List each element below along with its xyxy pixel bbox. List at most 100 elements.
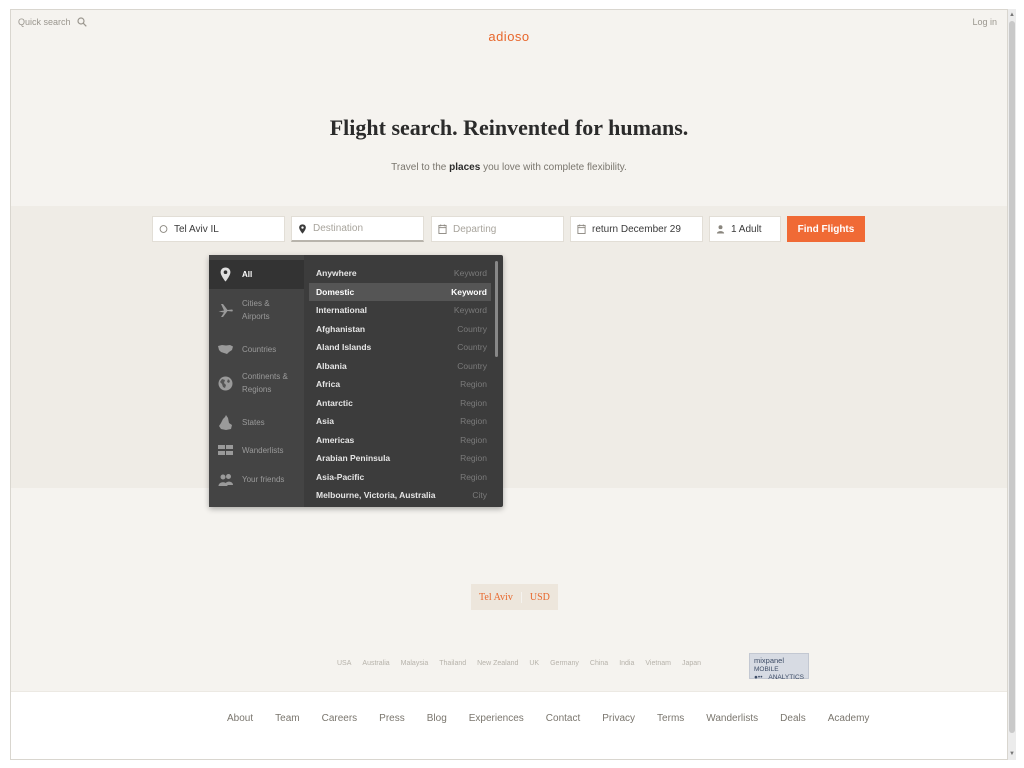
logo[interactable]: adioso — [11, 29, 1007, 44]
pin-icon — [299, 223, 306, 234]
city-selector[interactable]: Tel Aviv — [471, 592, 521, 603]
result-row[interactable]: Melbourne, Victoria, Australia City — [309, 486, 491, 505]
origin-field[interactable]: Tel Aviv IL — [152, 216, 285, 242]
mixpanel-analytics: ANALYTICS — [768, 674, 804, 681]
scroll-down-icon[interactable]: ▼ — [1009, 750, 1015, 758]
footer-link-contact[interactable]: Contact — [546, 713, 580, 724]
subtitle-places-link[interactable]: places — [449, 162, 480, 173]
category-cities-airports[interactable]: Cities & Airports — [209, 293, 304, 327]
result-name: Asia-Pacific — [316, 471, 365, 482]
footer-nav: About Team Careers Press Blog Experience… — [227, 713, 869, 724]
mixpanel-badge[interactable]: mixpanel MOBILE ●•• ANALYTICS — [749, 653, 809, 682]
quick-search-button[interactable]: Quick search — [18, 17, 87, 27]
dropdown-scrollbar[interactable] — [495, 261, 498, 357]
result-name: Antarctic — [316, 397, 353, 408]
country-link[interactable]: China — [590, 660, 608, 667]
person-icon — [716, 225, 725, 234]
category-wanderlists[interactable]: Wanderlists — [209, 438, 304, 462]
country-link[interactable]: Malaysia — [401, 660, 429, 667]
footer-link-experiences[interactable]: Experiences — [469, 713, 524, 724]
destination-dropdown: All Cities & Airports Countries Continen… — [209, 255, 503, 507]
mixpanel-brand: mixpanel — [754, 656, 785, 665]
category-continents-regions[interactable]: Continents & Regions — [209, 366, 304, 400]
mixpanel-dots-icon: ●•• — [754, 674, 763, 681]
travelers-field[interactable]: 1 Adult — [709, 216, 781, 242]
return-field[interactable]: return December 29 — [570, 216, 703, 242]
login-link[interactable]: Log in — [972, 17, 997, 27]
page-subtitle: Travel to the places you love with compl… — [11, 162, 1007, 173]
result-kind: Keyword — [453, 268, 487, 279]
result-row[interactable]: Antarctic Region — [309, 394, 491, 413]
result-kind: City — [472, 490, 487, 501]
result-kind: Country — [457, 323, 487, 334]
browser-viewport: Quick search adioso Log in Flight search… — [10, 9, 1008, 760]
result-kind: Keyword — [453, 305, 487, 316]
result-name: Melbourne, Victoria, Australia — [316, 490, 436, 501]
country-link[interactable]: Germany — [550, 660, 579, 667]
result-name: Africa — [316, 379, 341, 390]
country-link[interactable]: Japan — [682, 660, 701, 667]
footer: About Team Careers Press Blog Experience… — [11, 691, 1007, 759]
footer-link-deals[interactable]: Deals — [780, 713, 806, 724]
dropdown-category-nav: All Cities & Airports Countries Continen… — [209, 255, 304, 507]
country-link[interactable]: USA — [337, 660, 351, 667]
find-flights-button[interactable]: Find Flights — [787, 216, 865, 242]
result-row[interactable]: Africa Region — [309, 375, 491, 394]
country-link[interactable]: India — [619, 660, 634, 667]
result-row[interactable]: Asia Region — [309, 412, 491, 431]
footer-link-team[interactable]: Team — [275, 713, 299, 724]
result-row[interactable]: Afghanistan Country — [309, 320, 491, 339]
departing-field[interactable]: Departing — [431, 216, 564, 242]
result-kind: Region — [460, 416, 487, 427]
result-row[interactable]: Arabian Peninsula Region — [309, 449, 491, 468]
calendar-icon — [577, 224, 586, 234]
result-kind: Region — [460, 434, 487, 445]
scroll-up-icon[interactable]: ▲ — [1009, 11, 1015, 19]
page-scrollbar[interactable]: ▲ ▼ — [1008, 9, 1016, 760]
country-link[interactable]: Vietnam — [645, 660, 671, 667]
footer-link-blog[interactable]: Blog — [427, 713, 447, 724]
return-value: return December 29 — [592, 223, 681, 235]
destination-field[interactable]: Destination — [291, 216, 424, 242]
friends-icon — [218, 473, 233, 486]
category-countries[interactable]: Countries — [209, 337, 304, 361]
footer-link-about[interactable]: About — [227, 713, 253, 724]
category-all[interactable]: All — [209, 260, 304, 289]
result-row[interactable]: International Keyword — [309, 301, 491, 320]
result-row[interactable]: Americas Region — [309, 431, 491, 450]
result-row[interactable]: Aland Islands Country — [309, 338, 491, 357]
country-link[interactable]: Australia — [362, 660, 389, 667]
footer-link-wanderlists[interactable]: Wanderlists — [706, 713, 758, 724]
result-kind: Region — [460, 471, 487, 482]
country-link[interactable]: Thailand — [439, 660, 466, 667]
result-row[interactable]: Asia-Pacific Region — [309, 468, 491, 487]
result-row[interactable]: Anywhere Keyword — [309, 264, 491, 283]
dropdown-results-list: Anywhere Keyword Domestic Keyword Internat… — [309, 264, 491, 505]
result-row[interactable]: Domestic Keyword — [309, 282, 491, 301]
country-link[interactable]: UK — [529, 660, 539, 667]
result-kind: Keyword — [451, 286, 487, 297]
country-link[interactable]: New Zealand — [477, 660, 518, 667]
locale-selector: Tel Aviv USD — [471, 584, 558, 610]
footer-link-academy[interactable]: Academy — [828, 713, 870, 724]
category-states[interactable]: States — [209, 410, 304, 434]
origin-circle-icon — [159, 225, 168, 233]
top-bar: Quick search adioso Log in — [11, 10, 1007, 44]
footer-link-privacy[interactable]: Privacy — [602, 713, 635, 724]
origin-value: Tel Aviv IL — [174, 223, 219, 235]
departing-placeholder: Departing — [453, 223, 497, 235]
result-kind: Region — [460, 397, 487, 408]
footer-link-careers[interactable]: Careers — [322, 713, 358, 724]
mixpanel-mobile: MOBILE — [754, 666, 779, 673]
footer-link-press[interactable]: Press — [379, 713, 405, 724]
result-kind: Country — [457, 360, 487, 371]
footer-link-terms[interactable]: Terms — [657, 713, 684, 724]
category-your-friends[interactable]: Your friends — [209, 467, 304, 491]
category-label: Cities & Airports — [242, 299, 270, 321]
mixpanel-line2: ●•• ANALYTICS — [754, 674, 804, 682]
scrollbar-thumb[interactable] — [1009, 21, 1015, 733]
result-row[interactable]: Albania Country — [309, 357, 491, 376]
state-map-icon — [219, 414, 232, 430]
currency-selector[interactable]: USD — [520, 591, 558, 603]
result-name: Americas — [316, 434, 355, 445]
